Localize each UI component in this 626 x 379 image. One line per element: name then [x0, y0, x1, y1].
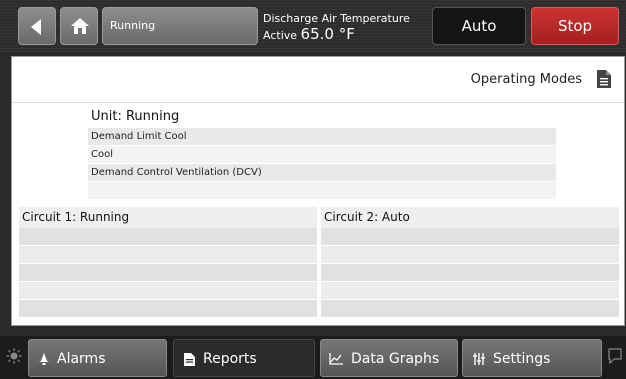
operating-modes-panel: Operating Modes Unit: Running Demand Lim… — [11, 56, 625, 326]
circuit-row — [321, 246, 619, 264]
circuit-2-table: Circuit 2: Auto — [321, 207, 619, 318]
top-bar: Running Discharge Air Temperature Active… — [0, 0, 626, 52]
home-icon — [71, 18, 89, 34]
readout-status: Active — [263, 29, 298, 42]
unit-mode-row — [88, 182, 556, 200]
tab-reports-label: Reports — [203, 351, 257, 367]
unit-status-button[interactable]: Running — [102, 7, 258, 45]
chat-icon[interactable] — [608, 348, 622, 364]
circuit-2-heading: Circuit 2: Auto — [321, 207, 619, 228]
report-icon — [184, 352, 195, 366]
circuit-row — [19, 264, 317, 282]
circuit-row — [19, 228, 317, 246]
unit-mode-row: Demand Control Ventilation (DCV) — [88, 164, 556, 182]
sliders-icon — [473, 353, 485, 365]
circuit-row — [321, 300, 619, 318]
tab-alarms-label: Alarms — [57, 351, 106, 367]
unit-modes-table: Unit: Running Demand Limit Cool Cool Dem… — [88, 106, 556, 200]
document-icon[interactable] — [596, 69, 612, 89]
unit-mode-row: Cool — [88, 146, 556, 164]
stop-button[interactable]: Stop — [531, 7, 619, 45]
circuit-1-table: Circuit 1: Running — [19, 207, 317, 318]
bottom-nav: Alarms Reports Data Graphs Settings — [0, 336, 626, 379]
back-button[interactable] — [18, 7, 56, 45]
tab-settings-label: Settings — [493, 351, 551, 367]
circuit-row — [321, 282, 619, 300]
brightness-icon[interactable] — [6, 348, 22, 364]
graph-icon — [329, 353, 343, 365]
tab-data-graphs-label: Data Graphs — [351, 351, 440, 367]
circuit-row — [19, 246, 317, 264]
unit-status-heading: Unit: Running — [88, 106, 556, 128]
tab-reports[interactable]: Reports — [173, 339, 315, 377]
divider — [12, 102, 624, 103]
back-arrow-icon — [31, 19, 41, 35]
bell-icon — [39, 353, 49, 365]
page-title: Operating Modes — [470, 72, 582, 87]
tab-settings[interactable]: Settings — [462, 339, 602, 377]
home-button[interactable] — [60, 7, 98, 45]
discharge-air-readout: Discharge Air Temperature Active 65.0 °F — [263, 12, 410, 45]
readout-title: Discharge Air Temperature — [263, 12, 410, 25]
auto-button[interactable]: Auto — [432, 7, 526, 45]
unit-mode-row: Demand Limit Cool — [88, 128, 556, 146]
circuit-row — [19, 300, 317, 318]
circuit-row — [321, 264, 619, 282]
readout-value: 65.0 °F — [300, 25, 355, 43]
tab-data-graphs[interactable]: Data Graphs — [320, 339, 458, 377]
circuit-1-heading: Circuit 1: Running — [19, 207, 317, 228]
circuit-row — [321, 228, 619, 246]
tab-alarms[interactable]: Alarms — [28, 339, 167, 377]
circuit-row — [19, 282, 317, 300]
